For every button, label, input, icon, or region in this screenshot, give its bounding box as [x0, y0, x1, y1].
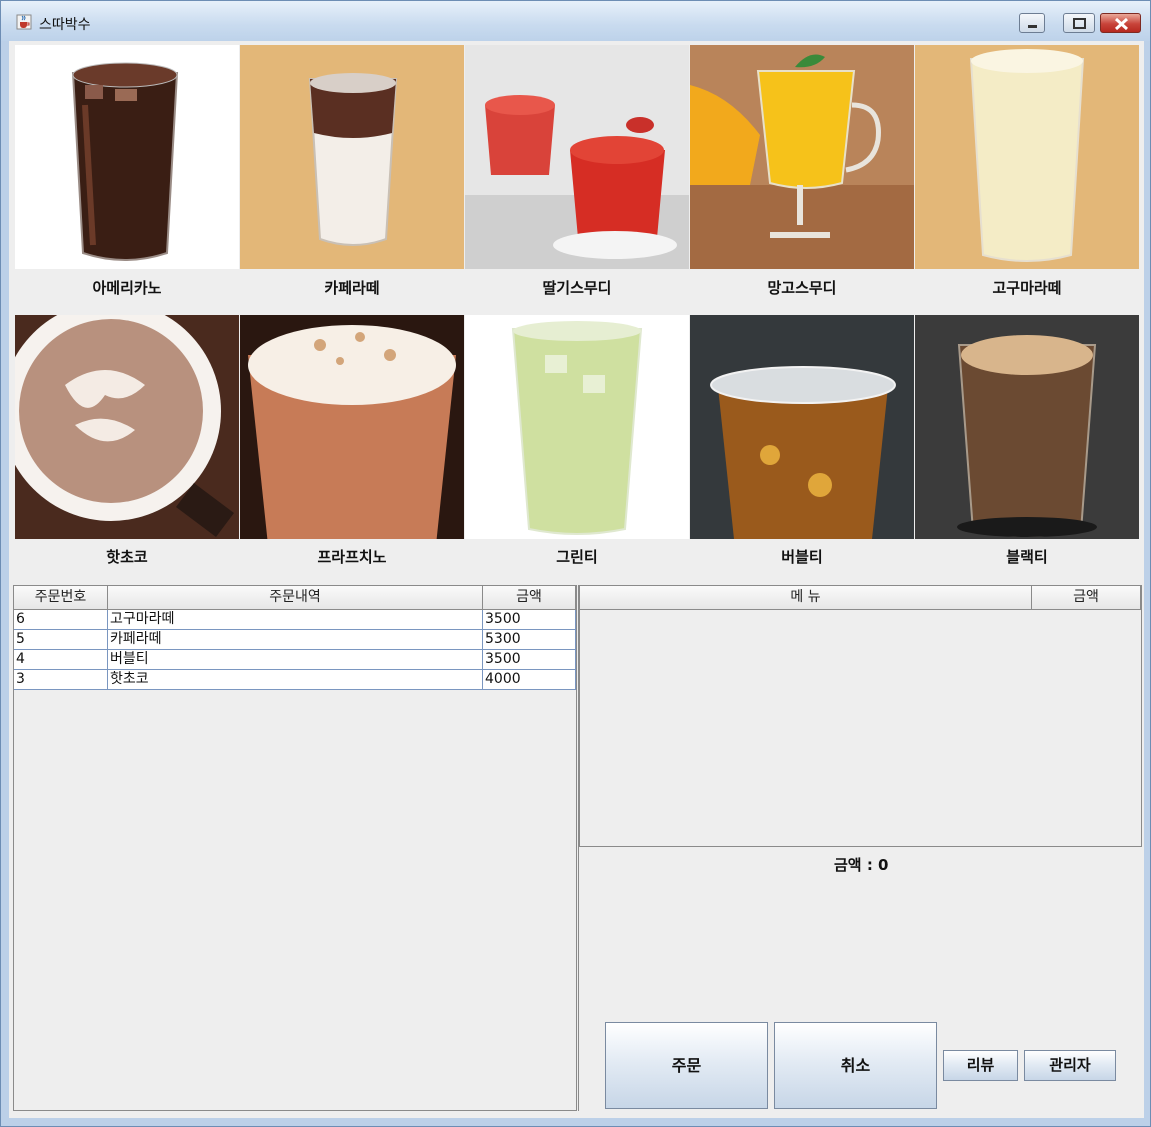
order-number-cell: 6: [14, 610, 108, 630]
cart-table[interactable]: 메 뉴 금액: [579, 585, 1142, 847]
americano-image: [15, 45, 239, 269]
black-tea-image: [915, 315, 1139, 539]
table-row[interactable]: 3 핫초코 4000: [14, 670, 576, 690]
close-icon: [1114, 17, 1129, 31]
menu-tile-mango-smoothie[interactable]: [690, 45, 914, 269]
mango-smoothie-image: [690, 45, 914, 269]
green-tea-image: [465, 315, 689, 539]
col-order-details[interactable]: 주문내역: [108, 586, 483, 610]
menu-label: 카페라떼: [324, 279, 380, 297]
col-order-number[interactable]: 주문번호: [14, 586, 108, 610]
amount-cell: 5300: [483, 630, 576, 650]
order-number-cell: 4: [14, 650, 108, 670]
menu-tile-black-tea[interactable]: [915, 315, 1139, 539]
col-amount[interactable]: 금액: [483, 586, 576, 610]
menu-label: 버블티: [781, 548, 823, 566]
menu-label: 핫초코: [106, 548, 148, 566]
order-number-cell: 5: [14, 630, 108, 650]
total-amount-label: 금액 : 0: [834, 856, 889, 874]
menu-label: 프라프치노: [317, 548, 387, 566]
menu-label: 아메리카노: [92, 279, 162, 297]
menu-label: 망고스무디: [767, 279, 837, 297]
menu-tile-hot-chocolate[interactable]: [15, 315, 239, 539]
col-cart-amount[interactable]: 금액: [1032, 586, 1141, 610]
menu-tile-cafe-latte[interactable]: [240, 45, 464, 269]
review-button[interactable]: 리뷰: [943, 1050, 1018, 1081]
maximize-button[interactable]: [1063, 13, 1095, 33]
order-details-cell: 고구마라떼: [108, 610, 483, 630]
order-button[interactable]: 주문: [605, 1022, 768, 1109]
menu-label: 그린티: [556, 548, 598, 566]
menu-tile-strawberry-smoothie[interactable]: [465, 45, 689, 269]
orders-table-header: 주문번호 주문내역 금액: [14, 586, 576, 610]
cart-table-header: 메 뉴 금액: [580, 586, 1141, 610]
content-panel: 아메리카노 카페라떼 딸기스무디 망고스무디 고구마라떼 핫초코 프라프치노 그…: [9, 41, 1144, 1118]
frappuccino-image: [240, 315, 464, 539]
sweet-potato-latte-image: [915, 45, 1139, 269]
order-details-cell: 버블티: [108, 650, 483, 670]
bubble-tea-image: [690, 315, 914, 539]
close-button[interactable]: [1100, 13, 1141, 33]
order-details-cell: 핫초코: [108, 670, 483, 690]
minimize-button[interactable]: [1019, 13, 1045, 33]
cancel-button[interactable]: 취소: [774, 1022, 937, 1109]
minimize-icon: [1028, 25, 1037, 28]
table-row[interactable]: 4 버블티 3500: [14, 650, 576, 670]
cafe-latte-image: [240, 45, 464, 269]
orders-table[interactable]: 주문번호 주문내역 금액 6 고구마라떼 3500 5 카페라떼 5300 4 …: [13, 585, 577, 1111]
menu-tile-green-tea[interactable]: [465, 315, 689, 539]
menu-tile-sweet-potato-latte[interactable]: [915, 45, 1139, 269]
hot-chocolate-image: [15, 315, 239, 539]
maximize-icon: [1073, 18, 1086, 29]
app-window: 스따박수 아메리카노 카페라떼 딸기스무디 망고스무디 고구마라떼 핫초코 프라…: [0, 0, 1151, 1127]
col-menu[interactable]: 메 뉴: [580, 586, 1032, 610]
menu-tile-frappuccino[interactable]: [240, 315, 464, 539]
amount-cell: 3500: [483, 650, 576, 670]
order-number-cell: 3: [14, 670, 108, 690]
menu-tile-bubble-tea[interactable]: [690, 315, 914, 539]
menu-label: 고구마라떼: [992, 279, 1062, 297]
java-cup-icon: [16, 14, 32, 30]
menu-label: 블랙티: [1006, 548, 1048, 566]
order-details-cell: 카페라떼: [108, 630, 483, 650]
table-row[interactable]: 6 고구마라떼 3500: [14, 610, 576, 630]
menu-label: 딸기스무디: [542, 279, 612, 297]
strawberry-smoothie-image: [465, 45, 689, 269]
table-row[interactable]: 5 카페라떼 5300: [14, 630, 576, 650]
title-bar[interactable]: 스따박수: [1, 1, 1150, 41]
admin-button[interactable]: 관리자: [1024, 1050, 1116, 1081]
amount-cell: 4000: [483, 670, 576, 690]
amount-cell: 3500: [483, 610, 576, 630]
menu-tile-americano[interactable]: [15, 45, 239, 269]
window-title: 스따박수: [39, 17, 91, 33]
